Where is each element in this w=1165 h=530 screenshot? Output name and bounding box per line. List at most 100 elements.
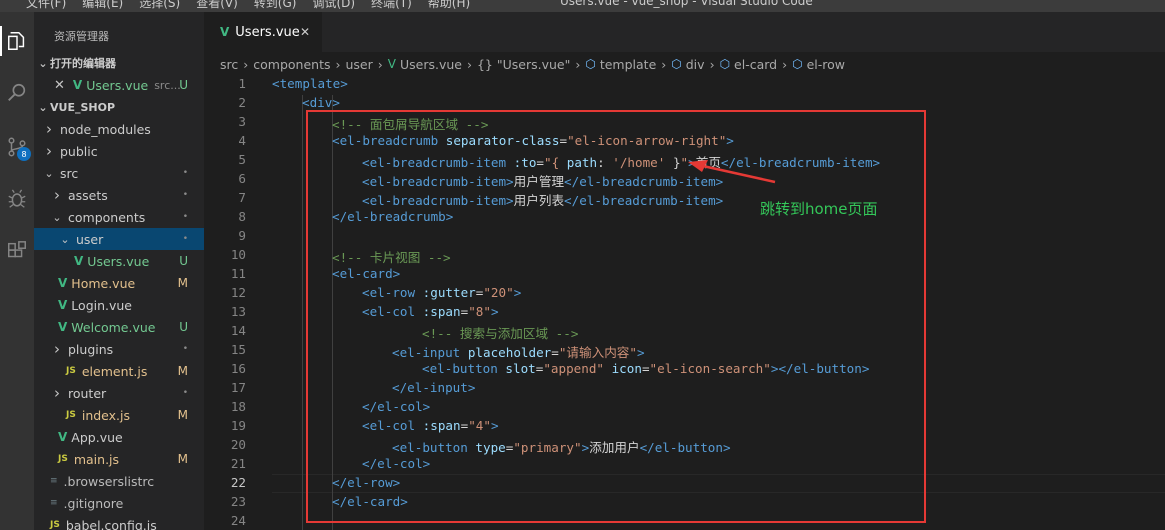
tree-folder[interactable]: › assets • — [34, 184, 204, 206]
debug-icon[interactable] — [0, 182, 34, 216]
breadcrumb-item[interactable]: {} "Users.vue" — [477, 57, 570, 72]
tree-folder[interactable]: › router • — [34, 382, 204, 404]
config-file-icon: ≡ — [50, 476, 58, 486]
open-editor-path: src... — [154, 78, 181, 92]
code-line: <div> — [302, 95, 340, 110]
tree-file[interactable]: V Users.vue U — [34, 250, 204, 272]
js-file-icon: JS — [66, 410, 76, 420]
line-number: 24 — [230, 513, 246, 528]
line-number: 2 — [238, 95, 246, 110]
breadcrumb: src › components › user › V Users.vue › {} "Users… — [220, 54, 845, 74]
tree-file[interactable]: JS index.js M — [34, 404, 204, 426]
tree-folder[interactable]: ⌄ src • — [34, 162, 204, 184]
menu-item[interactable]: 终端(T) — [371, 0, 412, 11]
tree-file[interactable]: JS babel.config.js — [34, 514, 204, 530]
indent-guide — [302, 95, 303, 530]
arrow-annotation — [688, 160, 776, 184]
tree-item-label: components — [68, 209, 146, 225]
js-file-icon: JS — [66, 366, 76, 376]
tree-file[interactable]: V Login.vue — [34, 294, 204, 316]
line-number: 13 — [230, 304, 246, 319]
menu-bar: 文件(F) 编辑(E) 选择(S) 查看(V) 转到(G) 调试(D) 终端(T) 帮助(H) — [26, 0, 470, 11]
line-number: 8 — [238, 209, 246, 224]
open-editor-status: U — [179, 78, 188, 92]
breadcrumb-item[interactable]: src — [220, 57, 238, 72]
breadcrumb-item[interactable]: Users.vue — [400, 57, 462, 72]
menu-item[interactable]: 调试(D) — [312, 0, 355, 11]
vue-file-icon: V — [58, 430, 68, 444]
tree-item-label: index.js — [81, 407, 131, 423]
window-title: Users.vue - vue_shop - Visual Studio Cod… — [560, 0, 813, 8]
js-file-icon: JS — [50, 520, 60, 530]
git-status-badge: U — [179, 254, 188, 268]
tree-file[interactable]: ≡ .gitignore — [34, 492, 204, 514]
line-number: 15 — [230, 342, 246, 357]
tree-folder[interactable]: › public — [34, 140, 204, 162]
chevron-right-icon: › — [46, 142, 52, 160]
tree-file[interactable]: V App.vue — [34, 426, 204, 448]
extensions-icon[interactable] — [0, 234, 34, 268]
tab-users-vue[interactable]: V Users.vue ✕ — [204, 12, 322, 52]
chevron-down-icon: ⌄ — [38, 100, 48, 114]
breadcrumb-item[interactable]: user — [345, 57, 372, 72]
tree-folder[interactable]: ⌄ user • — [34, 228, 204, 250]
breadcrumb-item[interactable]: template — [600, 57, 656, 72]
tree-item-label: babel.config.js — [65, 517, 157, 530]
search-icon[interactable] — [0, 76, 34, 110]
line-number: 11 — [230, 266, 246, 281]
chevron-right-icon: › — [46, 120, 52, 138]
git-status-badge: • — [182, 212, 188, 222]
code-token: <template> — [272, 76, 348, 91]
tree-item-label: Welcome.vue — [71, 319, 156, 335]
source-control-icon[interactable]: 8 — [0, 130, 34, 164]
menu-item[interactable]: 文件(F) — [26, 0, 66, 11]
tree-item-label: Home.vue — [71, 275, 136, 291]
tree-folder[interactable]: › plugins • — [34, 338, 204, 360]
line-number: 14 — [230, 323, 246, 338]
highlight-box — [306, 110, 926, 523]
chevron-right-icon: › — [54, 340, 60, 358]
breadcrumb-item[interactable]: el-row — [807, 57, 845, 72]
tree-file[interactable]: JS main.js M — [34, 448, 204, 470]
line-number: 19 — [230, 418, 246, 433]
element-icon: ⬡ — [671, 57, 682, 71]
code-line: <template> — [272, 76, 348, 91]
vue-file-icon: V — [220, 25, 230, 39]
menu-item[interactable]: 查看(V) — [196, 0, 238, 11]
js-file-icon: JS — [58, 454, 68, 464]
menu-item[interactable]: 编辑(E) — [82, 0, 123, 11]
explorer-sidebar: 资源管理器 ⌄ 打开的编辑器 ✕ V Users.vue src... U ⌄ … — [34, 12, 204, 530]
menu-item[interactable]: 帮助(H) — [428, 0, 470, 11]
project-section[interactable]: ⌄ VUE_SHOP — [34, 96, 204, 118]
git-status-badge: M — [177, 276, 188, 290]
project-label: VUE_SHOP — [50, 100, 116, 114]
explorer-icon[interactable] — [0, 24, 34, 58]
tree-file[interactable]: V Welcome.vue U — [34, 316, 204, 338]
open-editors-section[interactable]: ⌄ 打开的编辑器 — [34, 52, 204, 74]
breadcrumb-item[interactable]: div — [686, 57, 705, 72]
close-icon[interactable]: ✕ — [54, 78, 65, 93]
tree-folder[interactable]: ⌄ components • — [34, 206, 204, 228]
close-icon[interactable]: ✕ — [300, 25, 310, 39]
menu-item[interactable]: 选择(S) — [139, 0, 180, 11]
git-status-badge: M — [177, 408, 188, 422]
tree-item-label: router — [68, 385, 107, 401]
element-icon: ⬡ — [719, 57, 731, 71]
breadcrumb-item[interactable]: components — [253, 57, 330, 72]
git-status-badge: • — [182, 190, 188, 200]
chevron-down-icon: ⌄ — [52, 210, 62, 224]
annotation-text: 跳转到home页面 — [760, 200, 878, 218]
tree-file[interactable]: JS element.js M — [34, 360, 204, 382]
open-editor-item[interactable]: ✕ V Users.vue src... U — [34, 74, 204, 96]
chevron-right-icon: › — [466, 56, 472, 72]
line-number: 21 — [230, 456, 246, 471]
line-number: 17 — [230, 380, 246, 395]
line-number: 10 — [230, 247, 246, 262]
menu-item[interactable]: 转到(G) — [254, 0, 297, 11]
tree-folder[interactable]: › node_modules — [34, 118, 204, 140]
tree-file[interactable]: ≡ .browserslistrc — [34, 470, 204, 492]
chevron-right-icon: › — [377, 56, 383, 72]
breadcrumb-item[interactable]: el-card — [734, 57, 777, 72]
tree-item-label: .browserslistrc — [63, 473, 155, 489]
tree-file[interactable]: V Home.vue M — [34, 272, 204, 294]
